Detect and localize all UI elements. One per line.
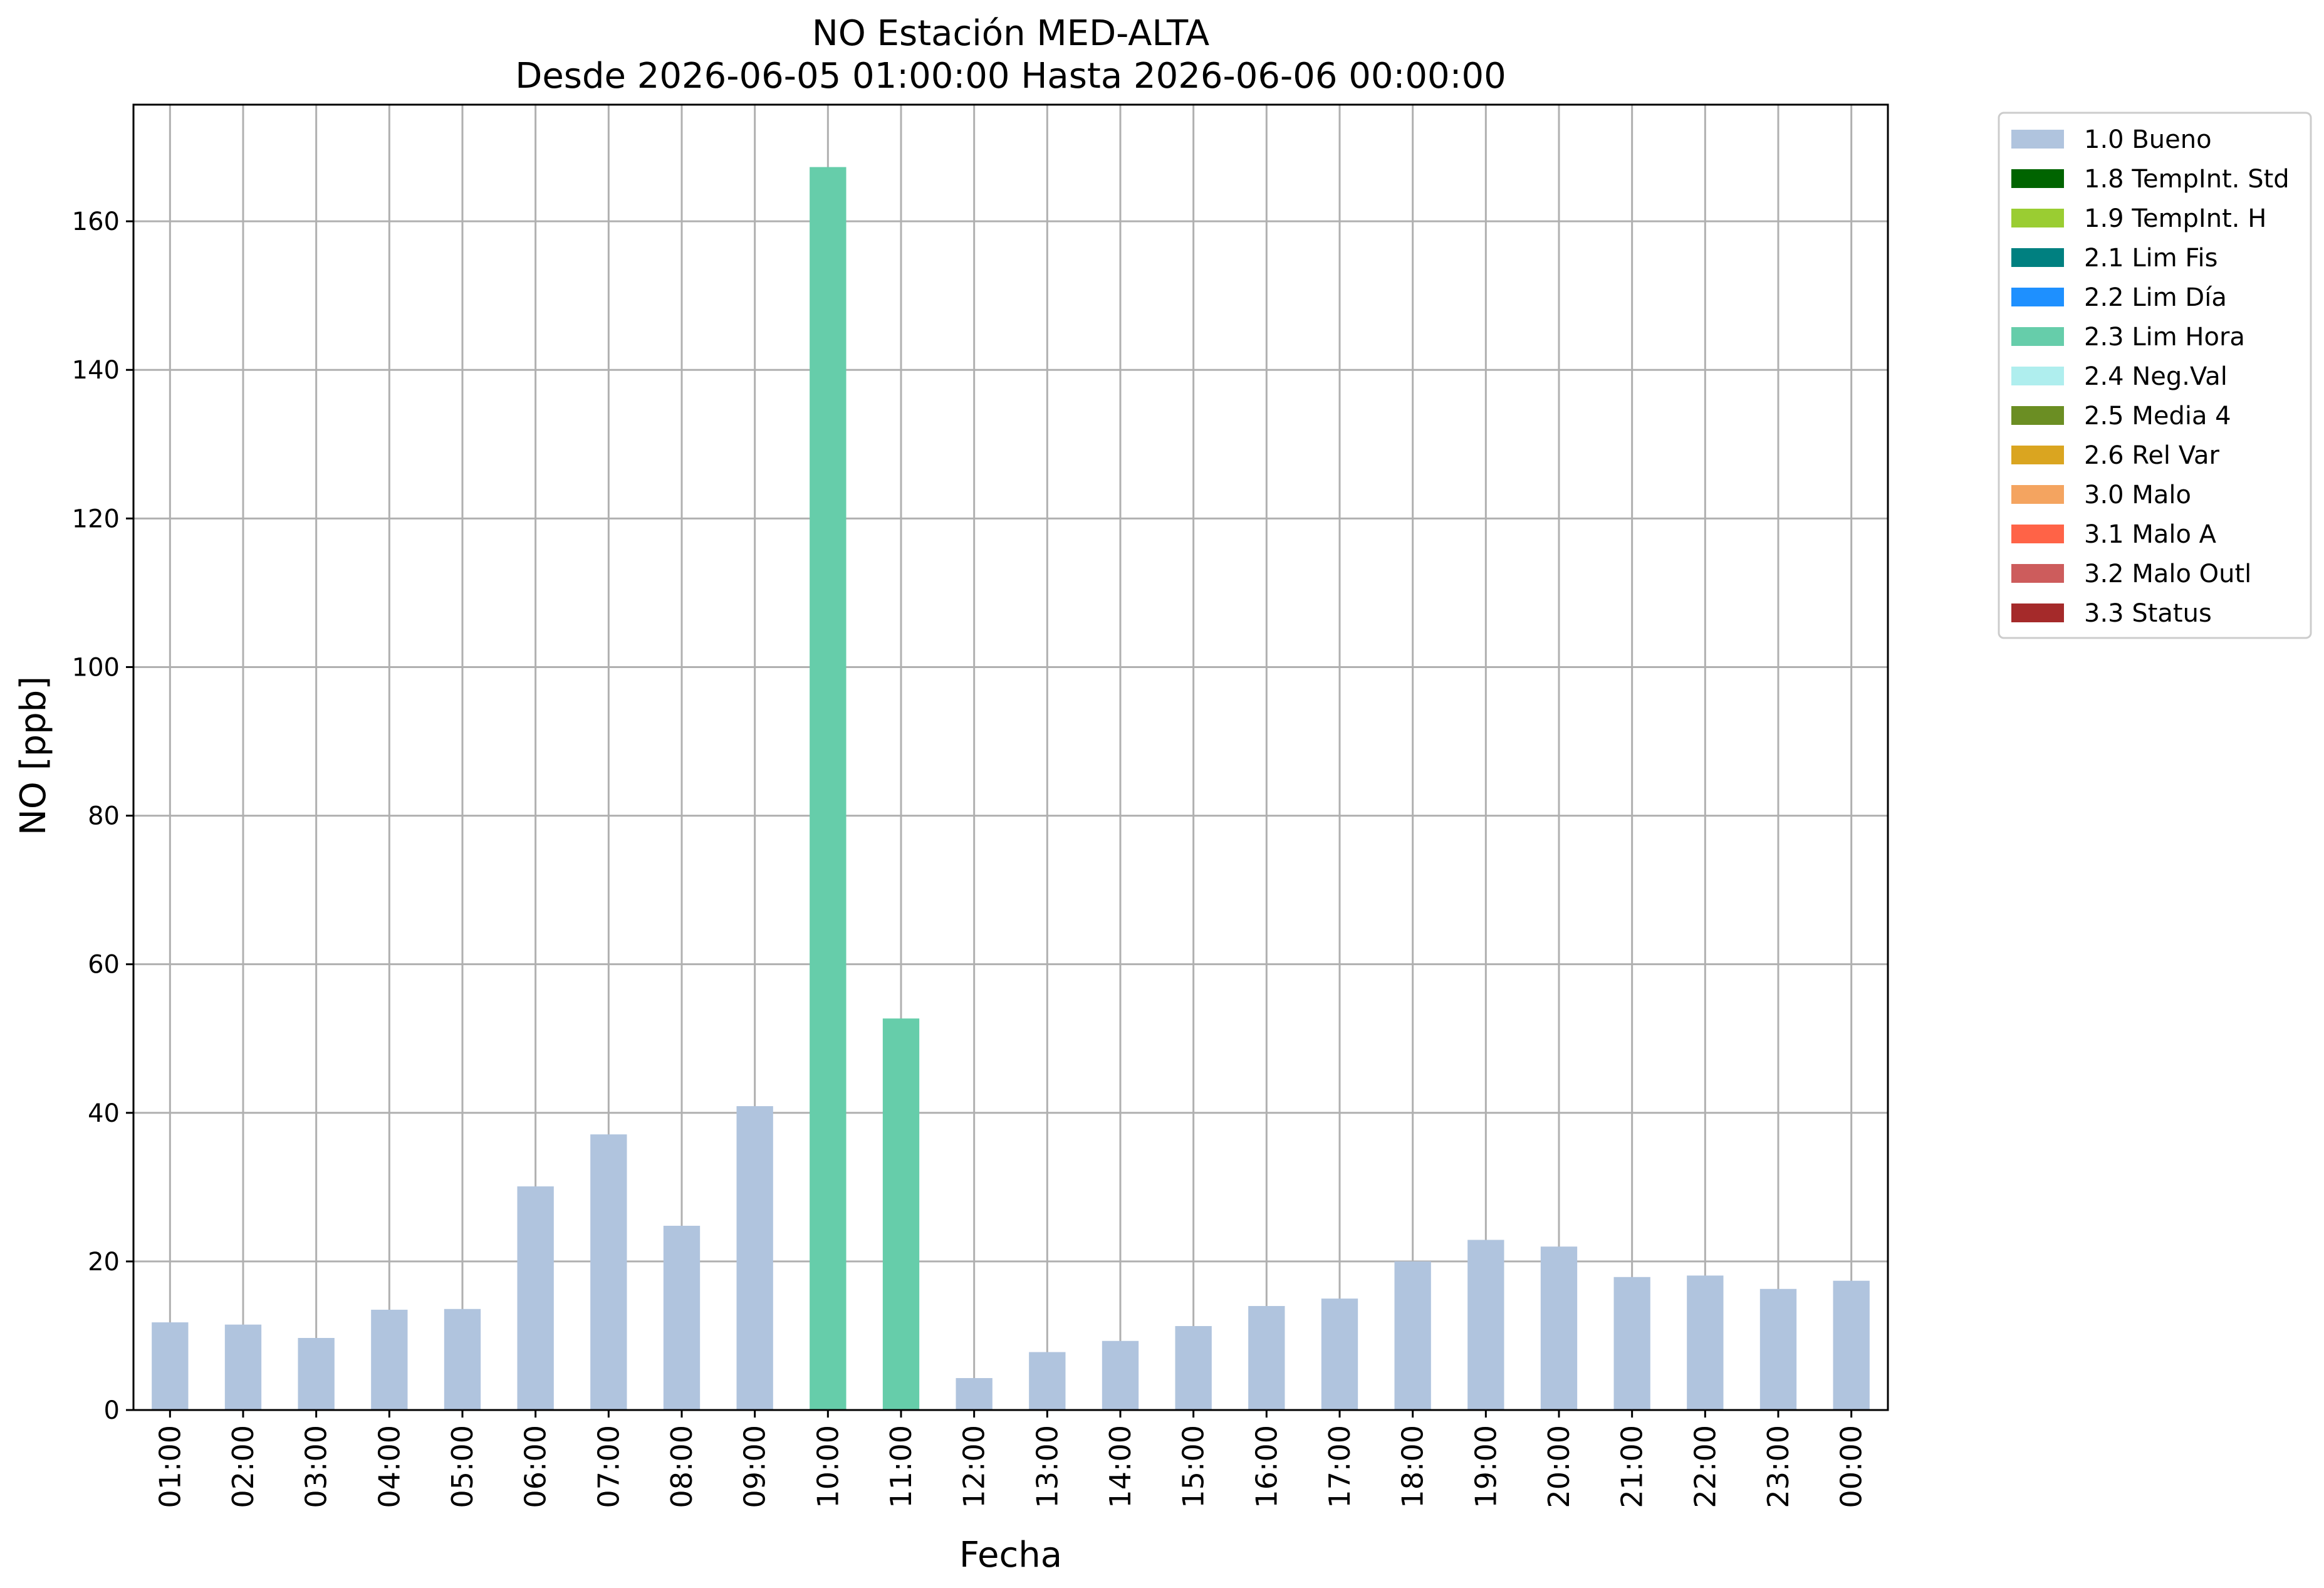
plot-area-frame [132,103,1889,1411]
x-tick-label: 17:00 [1323,1425,1357,1508]
bar-17:00 [1321,1298,1358,1410]
y-tick-label: 20 [88,1248,120,1277]
bar-15:00 [1175,1326,1212,1410]
bar-12:00 [956,1378,993,1410]
legend-swatch [2011,406,2064,425]
x-tick-label: 10:00 [811,1425,845,1508]
chart-title: NO Estación MED-ALTA [812,13,1209,54]
legend-swatch [2011,485,2064,504]
x-tick-label: 01:00 [153,1425,187,1508]
legend-label: 3.2 Malo Outl [2084,560,2251,588]
bar-20:00 [1540,1246,1578,1410]
legend-swatch [2011,367,2064,385]
bars [152,167,1870,1410]
x-tick-label: 08:00 [665,1425,699,1508]
legend-swatch [2011,169,2064,188]
bar-22:00 [1687,1275,1724,1410]
x-tick-label: 06:00 [519,1425,553,1508]
y-axis-ticks: 0 20 40 60 80 100 120 140 160 [72,207,133,1425]
legend-swatch [2011,327,2064,346]
chart: NO Estación MED-ALTA Desde 2026-06-05 01… [13,13,2312,1575]
bar-04:00 [371,1309,408,1410]
legend-label: 2.2 Lim Día [2084,283,2227,312]
bar-07:00 [590,1134,627,1410]
legend-label: 3.3 Status [2084,599,2212,628]
legend-label: 2.1 Lim Fis [2084,244,2217,273]
x-axis-ticks: 01:00 02:00 03:00 04:00 05:00 06:00 07:00 08:00… [153,1410,1868,1508]
legend-label: 2.3 Lim Hora [2084,323,2245,352]
bar-13:00 [1029,1352,1066,1410]
y-axis-label: NO [ppb] [13,676,54,835]
x-tick-label: 14:00 [1103,1425,1137,1508]
x-tick-label: 23:00 [1761,1425,1795,1508]
bar-16:00 [1248,1306,1285,1410]
legend-swatch [2011,209,2064,227]
y-tick-label: 40 [88,1099,120,1128]
legend-swatch [2011,130,2064,149]
y-tick-label: 0 [104,1396,120,1425]
bar-11:00 [882,1018,920,1410]
bar-03:00 [298,1338,335,1410]
x-tick-label: 05:00 [446,1425,479,1508]
y-tick-label: 120 [72,504,120,533]
y-tick-label: 80 [88,802,120,831]
legend-swatch [2011,564,2064,583]
x-tick-label: 02:00 [226,1425,260,1508]
x-tick-label: 18:00 [1396,1425,1430,1508]
bar-09:00 [736,1106,773,1410]
x-tick-label: 00:00 [1835,1425,1868,1508]
legend-swatch [2011,446,2064,464]
bar-06:00 [517,1186,554,1410]
bar-18:00 [1394,1261,1431,1410]
legend-label: 2.5 Media 4 [2084,402,2231,431]
x-tick-label: 07:00 [591,1425,625,1508]
legend-swatch [2011,288,2064,306]
legend-label: 3.0 Malo [2084,481,2191,509]
grid-lines [133,105,1888,1411]
bar-23:00 [1759,1288,1797,1410]
y-tick-label: 100 [72,653,120,682]
x-tick-label: 19:00 [1469,1425,1503,1508]
x-tick-label: 15:00 [1177,1425,1211,1508]
x-tick-label: 12:00 [957,1425,991,1508]
legend-swatch [2011,603,2064,622]
legend-label: 3.1 Malo A [2084,520,2217,549]
x-axis-label: Fecha [959,1535,1062,1575]
bar-10:00 [810,167,847,1410]
legend-label: 1.0 Bueno [2084,125,2212,154]
legend-label: 1.8 TempInt. Std [2084,165,2290,194]
y-tick-label: 60 [88,951,120,979]
x-tick-label: 16:00 [1249,1425,1283,1508]
bar-00:00 [1833,1280,1870,1410]
bar-08:00 [663,1225,701,1410]
bar-01:00 [152,1322,189,1410]
legend-label: 2.6 Rel Var [2084,441,2220,470]
bar-21:00 [1613,1277,1650,1410]
x-tick-label: 03:00 [300,1425,333,1508]
bar-14:00 [1102,1340,1139,1410]
x-tick-label: 21:00 [1615,1425,1649,1508]
legend: 1.0 Bueno 1.8 TempInt. Std 1.9 TempInt. H 2… [1998,112,2312,639]
x-tick-label: 22:00 [1688,1425,1722,1508]
legend-label: 1.9 TempInt. H [2084,204,2266,233]
legend-swatch [2011,248,2064,267]
bar-02:00 [224,1324,262,1410]
bar-05:00 [444,1309,481,1410]
x-tick-label: 09:00 [738,1425,772,1508]
legend-swatch [2011,525,2064,543]
bar-19:00 [1467,1240,1504,1410]
chart-subtitle: Desde 2026-06-05 01:00:00 Hasta 2026-06-… [515,56,1506,97]
y-tick-label: 140 [72,356,120,385]
x-tick-label: 13:00 [1030,1425,1064,1508]
legend-label: 2.4 Neg.Val [2084,362,2228,391]
y-tick-label: 160 [72,207,120,236]
x-tick-label: 04:00 [372,1425,406,1508]
x-tick-label: 20:00 [1542,1425,1576,1508]
x-tick-label: 11:00 [884,1425,918,1508]
